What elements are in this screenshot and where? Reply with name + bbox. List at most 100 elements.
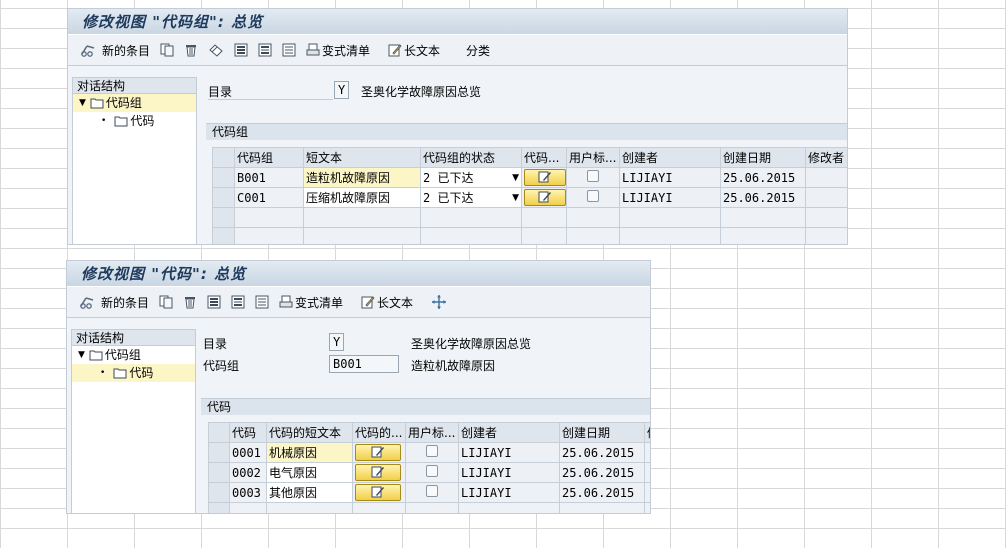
directory-description: 圣奥化学故障原因总览 (361, 85, 482, 99)
column-header[interactable]: 代码组的状态 (420, 147, 522, 168)
column-header[interactable]: 创建者 (619, 147, 721, 168)
select-block-icon (258, 43, 272, 57)
checkbox-icon[interactable] (426, 445, 438, 457)
table-row-empty (212, 227, 847, 244)
short-text-input[interactable]: 机械原因 (266, 442, 353, 463)
variant-list-button[interactable]: 变式清单 (279, 294, 343, 311)
nav-item-code[interactable]: • 代码 (73, 112, 196, 130)
glasses-toggle-button[interactable] (80, 43, 96, 57)
dialog-structure-panel: 对话结构 ▼ 代码组 • 代码 (71, 329, 196, 513)
nav-item-label: 代码组 (105, 96, 142, 110)
short-text-input[interactable]: 造粒机故障原因 (303, 167, 421, 188)
window-title: 修改视图 "代码": 总览 (67, 261, 650, 286)
directory-label: 目录 (203, 337, 228, 351)
dialog-structure-header: 对话结构 (72, 330, 195, 346)
undo-button[interactable] (208, 43, 224, 57)
glasses-toggle-button[interactable] (79, 295, 95, 309)
glasses-icon (81, 45, 95, 57)
long-text-button[interactable]: 长文本 (388, 42, 440, 59)
column-header[interactable]: 代码 (229, 422, 267, 443)
chevron-down-icon[interactable]: ▼ (512, 193, 519, 203)
nav-item-code[interactable]: • 代码 (72, 364, 195, 382)
short-text-input[interactable]: 电气原因 (266, 462, 353, 483)
column-header[interactable]: 代码的短文本 (266, 422, 353, 443)
changed-by-cell (644, 482, 650, 503)
column-header[interactable]: 修 (644, 422, 650, 443)
nav-item-code-group[interactable]: ▼ 代码组 (73, 94, 196, 112)
short-text-input[interactable]: 压缩机故障原因 (303, 187, 421, 208)
select-block-button[interactable] (258, 43, 272, 57)
chevron-down-icon[interactable]: ▼ (512, 173, 519, 183)
code-cell: 0001 (229, 442, 267, 463)
column-header[interactable]: 创建日期 (559, 422, 645, 443)
classify-button[interactable]: 分类 (466, 42, 490, 59)
row-selector[interactable] (212, 207, 235, 228)
new-entries-button[interactable]: 新的条目 (101, 294, 149, 311)
new-entries-button[interactable]: 新的条目 (102, 42, 150, 59)
long-text-cell (521, 187, 567, 208)
triangle-down-icon[interactable]: ▼ (78, 346, 85, 364)
column-header[interactable]: 用户标... (405, 422, 459, 443)
section-title: 代码 (201, 399, 650, 415)
long-text-edit-button[interactable] (355, 483, 401, 501)
directory-field[interactable]: Y (334, 81, 349, 99)
triangle-down-icon[interactable]: ▼ (79, 94, 86, 112)
column-header[interactable]: 用户标... (566, 147, 620, 168)
table-header-row: 代码组 短文本 代码组的状态 代码... 用户标... 创建者 创建日期 修改者 (212, 147, 847, 168)
row-selector[interactable] (208, 442, 230, 463)
select-all-column-header[interactable] (208, 422, 230, 443)
delete-icon (186, 45, 197, 57)
code-cell: 0003 (229, 482, 267, 503)
deselect-all-button[interactable] (282, 43, 296, 57)
long-text-button[interactable]: 长文本 (361, 294, 413, 311)
copy-button[interactable] (159, 295, 173, 309)
select-block-button[interactable] (231, 295, 245, 309)
section-title: 代码组 (206, 124, 847, 140)
row-selector[interactable] (208, 502, 230, 513)
column-header[interactable]: 创建者 (458, 422, 560, 443)
row-selector[interactable] (212, 227, 235, 244)
row-selector[interactable] (208, 482, 230, 503)
checkbox-icon[interactable] (426, 485, 438, 497)
code-group-label: 代码组 (203, 359, 240, 373)
status-select[interactable]: 2 已下达 ▼ (420, 187, 522, 208)
select-all-icon (207, 295, 221, 309)
row-selector[interactable] (212, 167, 235, 188)
long-text-edit-button[interactable] (524, 168, 566, 186)
select-all-column-header[interactable] (212, 147, 235, 168)
status-value: 2 已下达 (423, 191, 474, 205)
select-all-button[interactable] (207, 295, 221, 309)
deselect-all-button[interactable] (255, 295, 269, 309)
checkbox-icon[interactable] (426, 465, 438, 477)
checkbox-icon[interactable] (587, 190, 599, 202)
variant-list-button[interactable]: 变式清单 (306, 42, 370, 59)
short-text-input[interactable]: 其他原因 (266, 482, 353, 503)
column-header[interactable]: 修改者 (805, 147, 847, 168)
delete-button[interactable] (184, 43, 198, 57)
move-icon (432, 295, 447, 309)
column-header[interactable]: 代码... (521, 147, 567, 168)
long-text-edit-button[interactable] (355, 443, 401, 461)
delete-button[interactable] (183, 295, 197, 309)
deselect-all-icon (282, 43, 296, 57)
select-all-button[interactable] (234, 43, 248, 57)
dialog-structure-header: 对话结构 (73, 78, 196, 94)
pencil-icon (371, 446, 384, 458)
table-row: 0001 机械原因 LIJIAYI 25.06.2015 (208, 442, 650, 463)
column-header[interactable]: 代码的... (352, 422, 406, 443)
copy-button[interactable] (160, 43, 174, 57)
checkbox-icon[interactable] (587, 170, 599, 182)
status-select[interactable]: 2 已下达 ▼ (420, 167, 522, 188)
row-selector[interactable] (208, 462, 230, 483)
long-text-edit-button[interactable] (355, 463, 401, 481)
column-header[interactable]: 短文本 (303, 147, 421, 168)
long-text-edit-button[interactable] (524, 188, 566, 206)
column-header[interactable]: 代码组 (234, 147, 304, 168)
move-button[interactable] (431, 294, 447, 310)
code-group-field[interactable]: B001 (329, 355, 399, 373)
nav-item-code-group[interactable]: ▼ 代码组 (72, 346, 195, 364)
directory-field[interactable]: Y (329, 333, 344, 351)
code-cell: 0002 (229, 462, 267, 483)
row-selector[interactable] (212, 187, 235, 208)
column-header[interactable]: 创建日期 (720, 147, 806, 168)
